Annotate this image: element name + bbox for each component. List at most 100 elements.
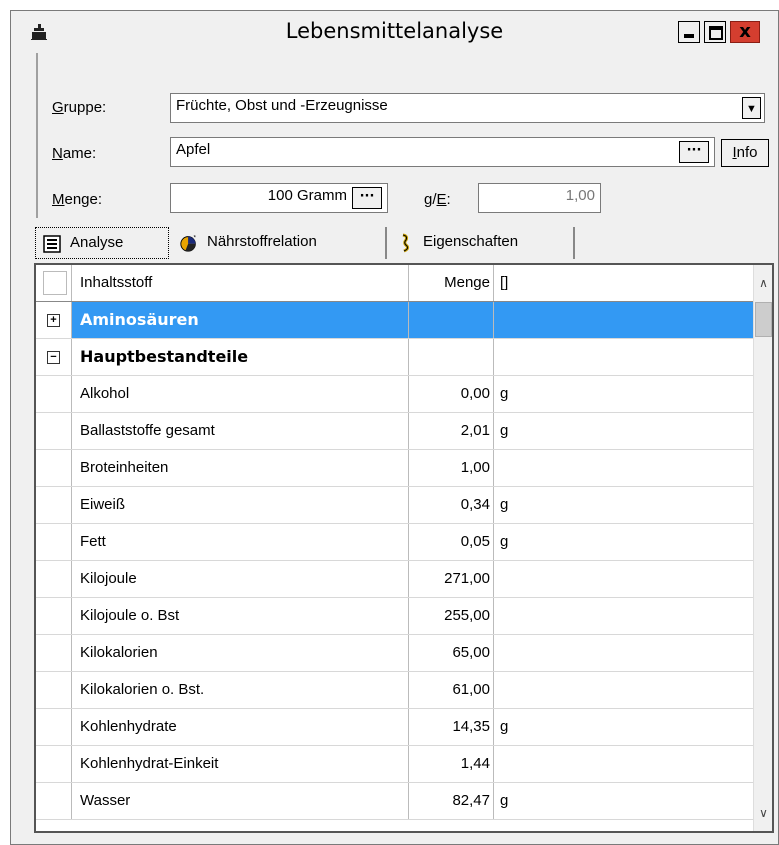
svg-text:*: * [194, 234, 197, 241]
table-row[interactable]: Fett 0,05 g [36, 524, 753, 561]
row-expander-cell [36, 783, 72, 819]
table-row[interactable]: Kohlenhydrat-Einkeit 1,44 [36, 746, 753, 783]
name-field[interactable]: Apfel [170, 137, 715, 167]
row-value: 61,00 [409, 672, 494, 708]
row-expander-cell [36, 376, 72, 412]
table-row[interactable]: Broteinheiten 1,00 [36, 450, 753, 487]
column-header-inhaltsstoff[interactable]: Inhaltsstoff [73, 265, 409, 301]
menge-browse-button[interactable]: ··· [352, 187, 382, 209]
row-unit: g [500, 533, 509, 550]
name-browse-button[interactable]: ··· [679, 141, 709, 163]
tab-label: Eigenschaften [423, 233, 519, 250]
group-row[interactable]: + Aminosäuren [36, 302, 753, 339]
row-expander-cell [36, 709, 72, 745]
table-row[interactable]: Kilokalorien 65,00 [36, 635, 753, 672]
row-unit [495, 561, 753, 597]
minimize-button[interactable] [678, 21, 700, 43]
row-name: Kilojoule [73, 561, 409, 597]
row-value: 0,34 [409, 487, 494, 523]
row-value: 2,01 [409, 413, 494, 449]
row-name: Kilojoule o. Bst [73, 598, 409, 634]
row-value: 0,00 [409, 376, 494, 412]
table-row[interactable]: Kilojoule 271,00 [36, 561, 753, 598]
row-expander-cell [36, 746, 72, 782]
row-value: 271,00 [409, 561, 494, 597]
row-value: 65,00 [409, 635, 494, 671]
row-value: 1,00 [409, 450, 494, 486]
row-expander-cell [36, 487, 72, 523]
row-name: Wasser [73, 783, 409, 819]
row-expander-cell [36, 524, 72, 560]
row-expander-cell [36, 635, 72, 671]
row-name: Kohlenhydrate [73, 709, 409, 745]
list-icon [43, 235, 61, 253]
row-name: Kilokalorien o. Bst. [73, 672, 409, 708]
name-value: Apfel [176, 141, 211, 158]
row-unit [495, 598, 753, 634]
row-value: 0,05 [409, 524, 494, 560]
row-expander-cell[interactable]: + [36, 302, 72, 338]
tab-label: Analyse [70, 234, 124, 251]
row-value [409, 339, 494, 375]
scroll-down-icon[interactable]: ∨ [754, 795, 772, 831]
gruppe-label: Gruppe: [52, 99, 107, 116]
row-unit [495, 746, 753, 782]
tab-naehrstoffrelation[interactable]: * Nährstoffrelation [173, 227, 387, 259]
table-row[interactable]: Kohlenhydrate 14,35 g [36, 709, 753, 746]
scroll-up-icon[interactable]: ∧ [754, 265, 772, 301]
ge-field[interactable]: 1,00 [478, 183, 601, 213]
row-expander-cell[interactable]: − [36, 339, 72, 375]
row-unit [495, 450, 753, 486]
row-unit [495, 339, 753, 375]
close-button[interactable]: x [730, 21, 760, 43]
table-row[interactable]: Kilokalorien o. Bst. 61,00 [36, 672, 753, 709]
column-header-unit[interactable]: [] [495, 265, 753, 301]
menge-value: 100 Gramm [267, 187, 347, 204]
row-value: 1,44 [409, 746, 494, 782]
row-unit: g [500, 718, 509, 735]
properties-icon [402, 233, 410, 253]
row-expander-cell [36, 672, 72, 708]
row-unit [495, 635, 753, 671]
tab-eigenschaften[interactable]: Eigenschaften [389, 227, 575, 259]
tab-label: Nährstoffrelation [207, 233, 317, 250]
title-bar[interactable]: Lebensmittelanalyse x [11, 11, 778, 53]
collapse-icon[interactable]: − [47, 350, 60, 364]
vertical-scrollbar[interactable]: ∧ ∨ [753, 265, 772, 831]
row-expander-cell [36, 413, 72, 449]
row-name: Alkohol [73, 376, 409, 412]
header-corner [36, 265, 72, 301]
food-selection-form: Gruppe: Früchte, Obst und -Erzeugnisse ▼… [36, 53, 773, 218]
table-row[interactable]: Kilojoule o. Bst 255,00 [36, 598, 753, 635]
row-name: Aminosäuren [73, 302, 409, 338]
maximize-button[interactable] [704, 21, 726, 43]
tab-analyse[interactable]: Analyse [35, 227, 169, 259]
table-row[interactable]: Wasser 82,47 g [36, 783, 753, 820]
row-value: 255,00 [409, 598, 494, 634]
close-icon: x [739, 21, 751, 42]
row-name: Kohlenhydrat-Einkeit [73, 746, 409, 782]
row-name: Broteinheiten [73, 450, 409, 486]
ge-value: 1,00 [565, 187, 595, 204]
table-row[interactable]: Alkohol 0,00 g [36, 376, 753, 413]
row-unit [495, 302, 753, 338]
table-row[interactable]: Ballaststoffe gesamt 2,01 g [36, 413, 753, 450]
analysis-window: Lebensmittelanalyse x Gruppe: Früchte, O… [10, 10, 779, 845]
chevron-down-icon[interactable]: ▼ [742, 97, 761, 119]
row-name: Ballaststoffe gesamt [73, 413, 409, 449]
row-unit: g [500, 496, 509, 513]
row-value: 82,47 [409, 783, 494, 819]
row-name: Eiweiß [73, 487, 409, 523]
info-button[interactable]: Info [721, 139, 769, 167]
expand-icon[interactable]: + [47, 313, 60, 327]
row-unit [495, 672, 753, 708]
group-row[interactable]: − Hauptbestandteile [36, 339, 753, 376]
table-header: Inhaltsstoff Menge [] [36, 265, 753, 302]
gruppe-select[interactable]: Früchte, Obst und -Erzeugnisse ▼ [170, 93, 765, 123]
scroll-thumb[interactable] [755, 302, 772, 337]
table-row[interactable]: Eiweiß 0,34 g [36, 487, 753, 524]
column-header-menge[interactable]: Menge [409, 265, 494, 301]
pie-chart-icon: * [180, 234, 197, 252]
row-expander-cell [36, 450, 72, 486]
row-unit: g [500, 792, 509, 809]
